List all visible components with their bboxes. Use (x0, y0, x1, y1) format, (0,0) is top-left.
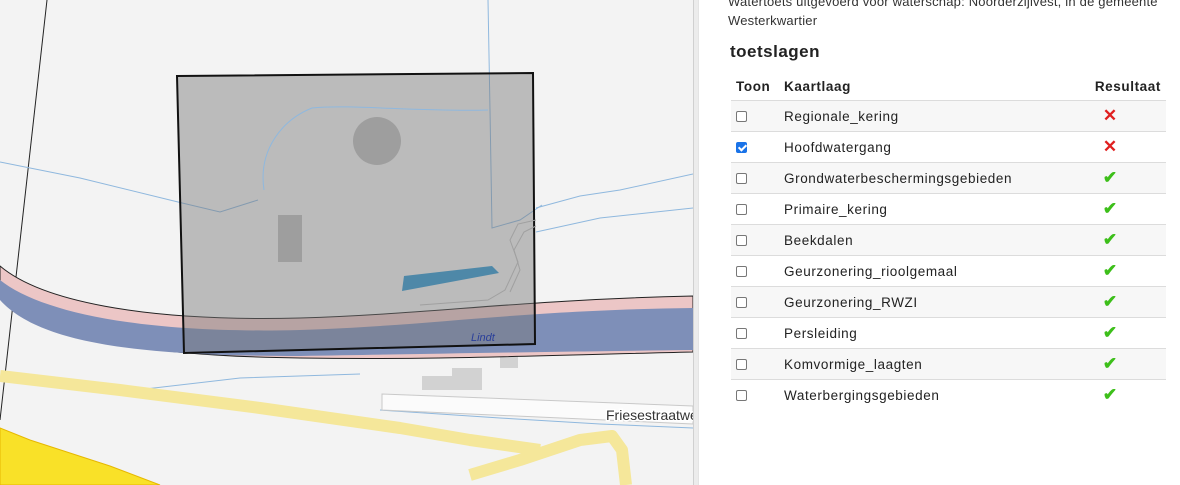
table-header-row: Toon Kaartlaag Resultaat (731, 72, 1166, 101)
layer-name: Regionale_kering (779, 100, 1090, 132)
water-label: Lindt (471, 332, 496, 344)
toon-cell (731, 100, 779, 132)
table-row: Persleiding ✔ (731, 317, 1166, 349)
table-row: Komvormige_laagten ✔ (731, 348, 1166, 380)
check-icon: ✔ (1102, 354, 1118, 373)
round-structure (353, 117, 401, 165)
layer-name: Waterbergingsgebieden (779, 379, 1090, 410)
toon-cell (731, 193, 779, 225)
toon-cell (731, 255, 779, 287)
cross-icon: ✕ (1102, 137, 1118, 156)
layer-visibility-checkbox[interactable] (736, 204, 747, 216)
column-header-kaartlaag: Kaartlaag (784, 78, 851, 94)
result-cell: ✔ (1089, 224, 1166, 256)
toon-cell (731, 379, 779, 410)
layer-visibility-checkbox[interactable] (736, 297, 747, 309)
result-cell: ✕ (1089, 100, 1166, 132)
layer-name: Hoofdwatergang (779, 131, 1090, 163)
check-icon: ✔ (1102, 261, 1118, 280)
check-icon: ✔ (1102, 323, 1118, 342)
table-row: Beekdalen ✔ (731, 224, 1166, 256)
column-header-toon: Toon (736, 78, 771, 94)
layer-name: Grondwaterbeschermingsgebieden (779, 162, 1090, 194)
result-cell: ✔ (1089, 379, 1166, 410)
layer-visibility-checkbox[interactable] (736, 111, 747, 123)
street-label: Friesestraatwe (606, 407, 693, 423)
results-panel: Watertoets uitgevoerd voor waterschap: N… (699, 0, 1180, 485)
check-icon: ✔ (1102, 292, 1118, 311)
table-row: Regionale_kering ✕ (731, 100, 1166, 132)
column-header-resultaat: Resultaat (1094, 78, 1161, 94)
toon-cell (731, 317, 779, 349)
layer-name: Geurzonering_rioolgemaal (779, 255, 1090, 287)
layer-visibility-checkbox[interactable] (736, 235, 747, 247)
check-icon: ✔ (1102, 230, 1118, 249)
layer-visibility-checkbox[interactable] (736, 142, 747, 154)
layer-name: Persleiding (779, 317, 1090, 349)
table-row: Geurzonering_rioolgemaal ✔ (731, 255, 1166, 287)
table-row: Primaire_kering ✔ (731, 193, 1166, 225)
section-title: toetslagen (730, 42, 821, 61)
layer-name: Komvormige_laagten (779, 348, 1090, 380)
table-row: Hoofdwatergang ✕ (731, 131, 1166, 163)
toon-cell (731, 162, 779, 194)
toon-cell (731, 224, 779, 256)
result-cell: ✕ (1089, 131, 1166, 163)
layer-name: Primaire_kering (779, 193, 1090, 225)
layer-visibility-checkbox[interactable] (736, 328, 747, 340)
layer-name: Geurzonering_RWZI (779, 286, 1090, 318)
table-row: Waterbergingsgebieden ✔ (731, 379, 1166, 410)
result-cell: ✔ (1089, 255, 1166, 287)
table-row: Grondwaterbeschermingsgebieden ✔ (731, 162, 1166, 194)
toon-cell (731, 131, 779, 163)
map-canvas[interactable]: Lindt Friesestraatwe (0, 0, 693, 485)
map-viewer[interactable]: Lindt Friesestraatwe (0, 0, 693, 485)
building (452, 368, 482, 390)
check-icon: ✔ (1102, 199, 1118, 218)
intro-text: Watertoets uitgevoerd voor waterschap: N… (728, 0, 1158, 28)
toon-cell (731, 286, 779, 318)
building (422, 376, 452, 390)
result-cell: ✔ (1089, 317, 1166, 349)
table-row: Geurzonering_RWZI ✔ (731, 286, 1166, 318)
result-cell: ✔ (1089, 193, 1166, 225)
result-cell: ✔ (1089, 162, 1166, 194)
layer-visibility-checkbox[interactable] (736, 173, 747, 185)
selection-polygon[interactable] (175, 71, 537, 355)
layer-visibility-checkbox[interactable] (736, 390, 747, 402)
toetslagen-table: Toon Kaartlaag Resultaat Regionale_kerin… (731, 72, 1166, 410)
layer-visibility-checkbox[interactable] (736, 266, 747, 278)
check-icon: ✔ (1102, 168, 1118, 187)
layer-name: Beekdalen (779, 224, 1090, 256)
layer-visibility-checkbox[interactable] (736, 359, 747, 371)
toon-cell (731, 348, 779, 380)
cross-icon: ✕ (1102, 106, 1118, 125)
check-icon: ✔ (1102, 385, 1118, 404)
result-cell: ✔ (1089, 286, 1166, 318)
building (278, 215, 302, 262)
result-cell: ✔ (1089, 348, 1166, 380)
